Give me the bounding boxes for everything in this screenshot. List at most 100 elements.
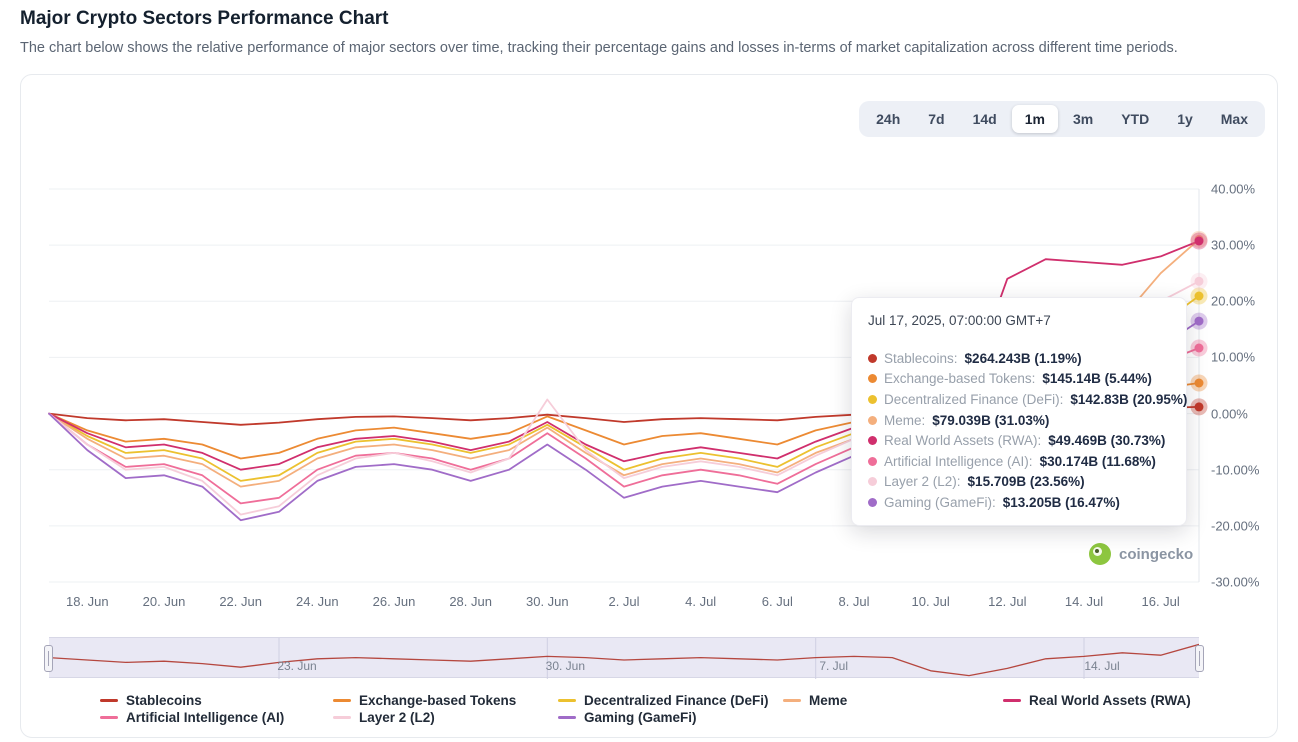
legend-series-label: Artificial Intelligence (AI) bbox=[126, 710, 284, 725]
y-axis-label: -10.00% bbox=[1211, 462, 1259, 477]
tooltip-row: Exchange-based Tokens: $145.14B (5.44%) bbox=[868, 369, 1170, 390]
tooltip-series-value: $142.83B (20.95%) bbox=[1070, 392, 1187, 407]
legend-item-artificial-intelligence-ai[interactable]: Artificial Intelligence (AI) bbox=[100, 710, 333, 725]
x-axis-label: 6. Jul bbox=[762, 594, 793, 609]
x-axis-label: 30. Jun bbox=[526, 594, 569, 609]
legend-series-label: Decentralized Finance (DeFi) bbox=[584, 693, 769, 708]
legend-series-swatch bbox=[1003, 699, 1021, 702]
legend-series-label: Real World Assets (RWA) bbox=[1029, 693, 1191, 708]
x-axis-label: 20. Jun bbox=[143, 594, 186, 609]
navigator-mini-chart bbox=[49, 638, 1199, 679]
tooltip-series-label: Exchange-based Tokens: bbox=[884, 371, 1035, 386]
coingecko-watermark-text: coingecko bbox=[1119, 546, 1193, 563]
tooltip-row: Artificial Intelligence (AI): $30.174B (… bbox=[868, 451, 1170, 472]
time-range-7d[interactable]: 7d bbox=[915, 105, 957, 133]
chart-card: 24h7d14d1m3mYTD1yMax 40.00%30.00%20.00%1… bbox=[20, 74, 1278, 738]
tooltip-series-label: Layer 2 (L2): bbox=[884, 474, 961, 489]
series-color-dot bbox=[868, 477, 877, 486]
tooltip-series-label: Stablecoins: bbox=[884, 351, 958, 366]
tooltip-row: Layer 2 (L2): $15.709B (23.56%) bbox=[868, 472, 1170, 493]
tooltip-series-value: $13.205B (16.47%) bbox=[1003, 495, 1120, 510]
legend-item-gaming-gamefi[interactable]: Gaming (GameFi) bbox=[558, 710, 783, 725]
x-axis-label: 16. Jul bbox=[1142, 594, 1180, 609]
tooltip-series-value: $264.243B (1.19%) bbox=[965, 351, 1082, 366]
x-axis-label: 22. Jun bbox=[219, 594, 262, 609]
tooltip-row: Decentralized Finance (DeFi): $142.83B (… bbox=[868, 389, 1170, 410]
legend-series-label: Layer 2 (L2) bbox=[359, 710, 435, 725]
y-axis-label: 20.00% bbox=[1211, 294, 1255, 309]
legend-item-real-world-assets-rwa[interactable]: Real World Assets (RWA) bbox=[1003, 693, 1191, 708]
y-axis-label: -20.00% bbox=[1211, 518, 1259, 533]
tooltip-series-value: $49.469B (30.73%) bbox=[1048, 433, 1165, 448]
page-subtitle: The chart below shows the relative perfo… bbox=[20, 40, 1178, 56]
x-axis-label: 28. Jun bbox=[449, 594, 492, 609]
tooltip-series-value: $30.174B (11.68%) bbox=[1040, 454, 1156, 469]
series-color-dot bbox=[868, 436, 877, 445]
x-axis-label: 8. Jul bbox=[838, 594, 869, 609]
series-color-dot bbox=[868, 416, 877, 425]
time-range-selector: 24h7d14d1m3mYTD1yMax bbox=[859, 101, 1265, 137]
tooltip-row: Stablecoins: $264.243B (1.19%) bbox=[868, 348, 1170, 369]
tooltip-row: Gaming (GameFi): $13.205B (16.47%) bbox=[868, 492, 1170, 513]
x-axis-label: 10. Jul bbox=[912, 594, 950, 609]
tooltip-series-value: $15.709B (23.56%) bbox=[968, 474, 1085, 489]
y-axis-label: 0.00% bbox=[1211, 406, 1248, 421]
chart-legend: Stablecoins Exchange-based Tokens Decentra… bbox=[100, 692, 1191, 726]
time-range-1y[interactable]: 1y bbox=[1164, 105, 1206, 133]
series-color-dot bbox=[868, 354, 877, 363]
y-axis-label: 40.00% bbox=[1211, 182, 1255, 197]
x-axis-label: 26. Jun bbox=[373, 594, 416, 609]
tooltip-series-label: Artificial Intelligence (AI): bbox=[884, 454, 1033, 469]
time-range-1m[interactable]: 1m bbox=[1012, 105, 1058, 133]
tooltip-series-label: Gaming (GameFi): bbox=[884, 495, 996, 510]
y-axis-label: 10.00% bbox=[1211, 350, 1255, 365]
x-axis-label: 2. Jul bbox=[608, 594, 639, 609]
legend-item-decentralized-finance-defi[interactable]: Decentralized Finance (DeFi) bbox=[558, 693, 783, 708]
legend-series-swatch bbox=[333, 699, 351, 702]
tooltip-series-value: $79.039B (31.03%) bbox=[932, 413, 1049, 428]
tooltip-series-label: Decentralized Finance (DeFi): bbox=[884, 392, 1063, 407]
legend-item-layer-2-l2[interactable]: Layer 2 (L2) bbox=[333, 710, 558, 725]
legend-series-swatch bbox=[783, 699, 801, 702]
x-axis-label: 12. Jul bbox=[988, 594, 1026, 609]
legend-series-swatch bbox=[333, 716, 351, 719]
legend-series-swatch bbox=[558, 716, 576, 719]
legend-series-label: Exchange-based Tokens bbox=[359, 693, 516, 708]
coingecko-watermark: coingecko bbox=[1089, 543, 1193, 565]
series-color-dot bbox=[868, 457, 877, 466]
navigator-right-handle[interactable] bbox=[1195, 645, 1204, 672]
time-range-14d[interactable]: 14d bbox=[960, 105, 1010, 133]
chart-tooltip: Jul 17, 2025, 07:00:00 GMT+7 Stablecoins… bbox=[851, 297, 1187, 526]
legend-series-label: Meme bbox=[809, 693, 847, 708]
navigator-axis-label: 7. Jul bbox=[819, 659, 848, 673]
navigator-left-handle[interactable] bbox=[44, 645, 53, 672]
series-color-dot bbox=[868, 498, 877, 507]
navigator-axis-label: 23. Jun bbox=[277, 659, 316, 673]
tooltip-timestamp: Jul 17, 2025, 07:00:00 GMT+7 bbox=[868, 313, 1170, 328]
legend-item-meme[interactable]: Meme bbox=[783, 693, 1003, 708]
tooltip-rows: Stablecoins: $264.243B (1.19%)Exchange-b… bbox=[868, 348, 1170, 513]
time-range-ytd[interactable]: YTD bbox=[1108, 105, 1162, 133]
tooltip-series-label: Real World Assets (RWA): bbox=[884, 433, 1041, 448]
tooltip-series-label: Meme: bbox=[884, 413, 925, 428]
chart-navigator[interactable]: 23. Jun30. Jun7. Jul14. Jul bbox=[49, 637, 1199, 678]
legend-series-label: Stablecoins bbox=[126, 693, 202, 708]
legend-row: Artificial Intelligence (AI) Layer 2 (L2)… bbox=[100, 709, 1191, 725]
page-title: Major Crypto Sectors Performance Chart bbox=[20, 8, 389, 30]
navigator-axis-label: 30. Jun bbox=[546, 659, 585, 673]
legend-series-swatch bbox=[100, 699, 118, 702]
time-range-24h[interactable]: 24h bbox=[863, 105, 913, 133]
legend-series-label: Gaming (GameFi) bbox=[584, 710, 697, 725]
y-axis-label: -30.00% bbox=[1211, 575, 1259, 590]
legend-series-swatch bbox=[558, 699, 576, 702]
time-range-max[interactable]: Max bbox=[1208, 105, 1261, 133]
x-axis-label: 18. Jun bbox=[66, 594, 109, 609]
legend-series-swatch bbox=[100, 716, 118, 719]
x-axis-label: 24. Jun bbox=[296, 594, 339, 609]
x-axis-label: 14. Jul bbox=[1065, 594, 1103, 609]
time-range-3m[interactable]: 3m bbox=[1060, 105, 1106, 133]
tooltip-row: Meme: $79.039B (31.03%) bbox=[868, 410, 1170, 431]
x-axis-label: 4. Jul bbox=[685, 594, 716, 609]
legend-item-stablecoins[interactable]: Stablecoins bbox=[100, 693, 333, 708]
legend-item-exchange-based-tokens[interactable]: Exchange-based Tokens bbox=[333, 693, 558, 708]
